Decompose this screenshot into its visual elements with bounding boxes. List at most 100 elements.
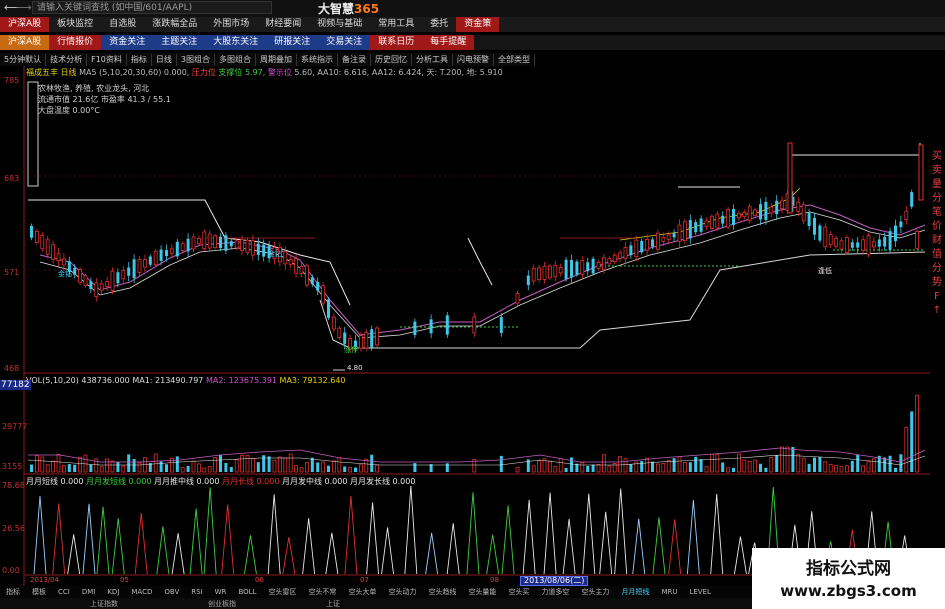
right-side-tab[interactable]: 买 [930, 150, 944, 164]
volume-bar [153, 453, 158, 473]
right-side-tab[interactable]: 分 [930, 262, 944, 276]
right-side-tab[interactable]: ↑ [930, 304, 944, 318]
indicator-spike [282, 537, 296, 575]
bottom-tabs-item[interactable]: 空头雷区 [262, 586, 302, 598]
candle [548, 265, 552, 279]
candle [240, 239, 245, 252]
candle [148, 256, 152, 265]
bottom-tabs-item[interactable]: BOLL [232, 586, 262, 598]
candle [234, 240, 239, 249]
volume-bar [445, 463, 449, 472]
volume-bar [656, 463, 660, 473]
volume-bar [196, 463, 201, 473]
volume-bar [780, 446, 784, 473]
volume-bar [83, 454, 88, 473]
bottom-tabs-item[interactable]: 力道多空 [535, 586, 575, 598]
right-side-tab[interactable]: 财 [930, 234, 944, 248]
right-side-tab[interactable]: 分 [930, 192, 944, 206]
bottom-tabs-item[interactable]: 空头动力 [382, 586, 422, 598]
indicator-spike [111, 518, 125, 575]
volume-bar [910, 411, 914, 472]
right-side-tab[interactable]: 量 [930, 178, 944, 192]
volume-bar [137, 462, 142, 473]
volume-bar [796, 453, 801, 473]
candle [207, 233, 212, 249]
bottom-tabs-item[interactable]: 空头大单 [342, 586, 382, 598]
volume-bar [67, 464, 71, 472]
signal-label: 逢低 [818, 267, 832, 275]
candle [591, 258, 595, 274]
candle [310, 277, 314, 285]
bottom-tabs-item[interactable]: 空头趋线 [422, 586, 462, 598]
candle [165, 250, 168, 257]
candle [634, 239, 639, 258]
bottom-tabs-item[interactable]: 空头买 [502, 586, 535, 598]
bottom-tabs-item[interactable]: KDJ [101, 586, 125, 598]
right-side-tab[interactable]: 价 [930, 220, 944, 234]
indicator-spike [446, 523, 460, 575]
status-index[interactable]: 上证指数 [90, 599, 118, 609]
bottom-tabs-item[interactable]: MACD [125, 586, 158, 598]
bottom-tabs-item[interactable]: RSI [185, 586, 208, 598]
candle [89, 281, 93, 290]
right-side-tab[interactable]: 势 [930, 276, 944, 290]
volume-bar [316, 462, 320, 472]
candle [321, 285, 326, 304]
candle [704, 220, 709, 227]
candle [159, 249, 163, 261]
bottom-tabs-item[interactable]: 空头主力 [575, 586, 615, 598]
candle [759, 204, 762, 220]
signal-label: 金钻 [58, 270, 72, 278]
bottom-tabs-item[interactable]: 模板 [26, 586, 52, 598]
volume-bar [677, 456, 682, 473]
candle [94, 282, 99, 298]
volume-bar [640, 461, 644, 472]
candle [796, 201, 801, 212]
volume-bar [807, 463, 811, 472]
candle [872, 241, 876, 248]
right-side-tab[interactable]: F [930, 290, 944, 304]
vol-ma3: MA3: 79132.640 [279, 376, 346, 385]
candle [737, 213, 741, 219]
candle [823, 226, 828, 248]
candle [877, 239, 881, 247]
candle [331, 316, 336, 330]
right-side-tab[interactable]: 值 [930, 248, 944, 262]
volume-bar [607, 465, 612, 473]
candle [105, 281, 109, 287]
ind-label: 月月发长线 [350, 477, 390, 486]
candle [558, 267, 563, 274]
volume-bar [629, 464, 633, 472]
signal-label: 涨停 [344, 346, 358, 354]
indicator-spike [632, 518, 646, 575]
bottom-tabs-item[interactable]: 空头量能 [462, 586, 502, 598]
volume-bar [531, 465, 536, 473]
candle [294, 258, 299, 274]
candle [683, 221, 687, 242]
bottom-tabs-item[interactable]: 指标 [0, 586, 26, 598]
candle [250, 240, 255, 256]
volume-bar [721, 462, 725, 472]
candle [839, 240, 844, 250]
volume-bar [121, 465, 126, 473]
candlesticks [30, 142, 924, 353]
bottom-tabs-item[interactable]: 月月短线 [615, 586, 655, 598]
right-side-tab[interactable]: 笔 [930, 206, 944, 220]
volume-bar [839, 466, 844, 473]
bottom-tabs-item[interactable]: CCI [52, 586, 76, 598]
right-side-tab[interactable]: 卖 [930, 164, 944, 178]
status-index[interactable]: 创业板指 [208, 599, 236, 609]
bottom-tabs-item[interactable]: MRU [655, 586, 683, 598]
bottom-tabs-item[interactable]: DMI [76, 586, 102, 598]
indicator-spike [203, 487, 217, 575]
indicator-spike [466, 492, 480, 575]
bottom-tabs-item[interactable]: 空头不常 [302, 586, 342, 598]
status-index[interactable]: 上证 [326, 599, 340, 609]
bottom-tabs-item[interactable]: OBV [158, 586, 185, 598]
volume-bar [645, 457, 649, 473]
bottom-tabs-item[interactable]: WR [209, 586, 233, 598]
kline-chart[interactable] [0, 0, 945, 609]
bottom-tabs-item[interactable]: LEVEL [683, 586, 716, 598]
candle [715, 213, 720, 229]
volume-bar [288, 453, 293, 473]
